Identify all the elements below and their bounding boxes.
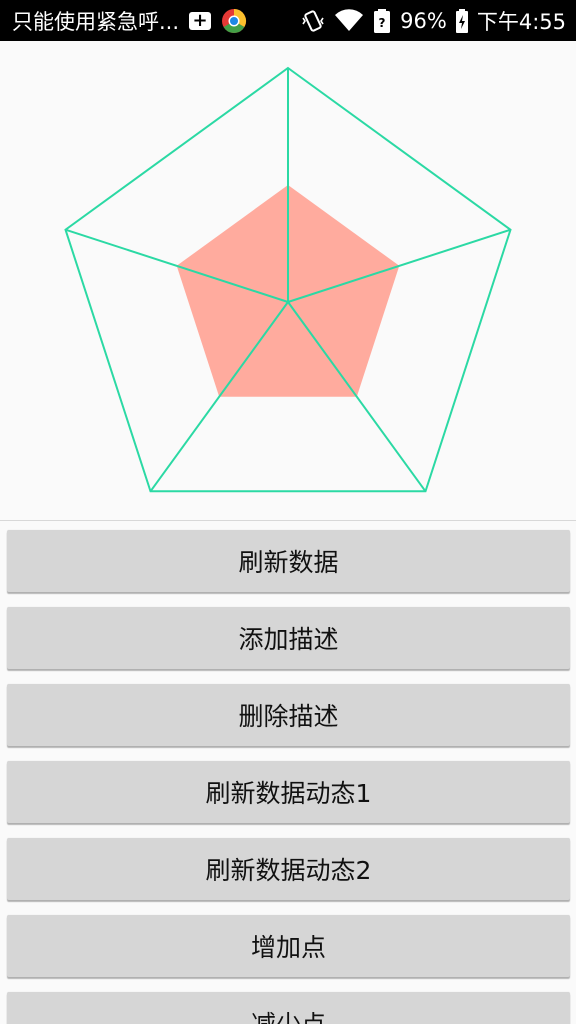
radar-chart bbox=[0, 41, 576, 520]
add-description-button[interactable]: 添加描述 bbox=[7, 607, 570, 669]
notification-text: 只能使用紧急呼... bbox=[12, 9, 180, 34]
status-left: 只能使用紧急呼... + bbox=[12, 6, 247, 36]
battery-icon: ? bbox=[372, 8, 392, 34]
refresh-data-button[interactable]: 刷新数据 bbox=[7, 530, 570, 592]
clock: 下午4:55 bbox=[476, 9, 566, 34]
delete-description-button[interactable]: 删除描述 bbox=[7, 684, 570, 746]
button-list[interactable]: 刷新数据添加描述删除描述刷新数据动态1 刷新数据动态2 增加点减少点 bbox=[0, 521, 576, 1024]
status-bar: 只能使用紧急呼... + ? 96% 下午4:55 bbox=[0, 0, 576, 41]
plus-box-icon: + bbox=[189, 11, 212, 30]
svg-text:?: ? bbox=[379, 16, 386, 30]
status-right: ? 96% 下午4:55 bbox=[300, 6, 566, 36]
add-point-button[interactable]: 增加点 bbox=[7, 915, 570, 977]
remove-point-button[interactable]: 减少点 bbox=[7, 992, 570, 1024]
radar-chart-svg bbox=[64, 66, 512, 493]
battery-percent: 96% bbox=[400, 8, 447, 33]
vibrate-icon bbox=[300, 8, 326, 34]
app-chrome-icon bbox=[221, 8, 247, 34]
refresh-animation-1-button[interactable]: 刷新数据动态1 bbox=[7, 761, 570, 823]
wifi-icon bbox=[334, 8, 364, 33]
refresh-animation-2-button[interactable]: 刷新数据动态2 bbox=[7, 838, 570, 900]
battery-level-icon bbox=[455, 8, 469, 34]
